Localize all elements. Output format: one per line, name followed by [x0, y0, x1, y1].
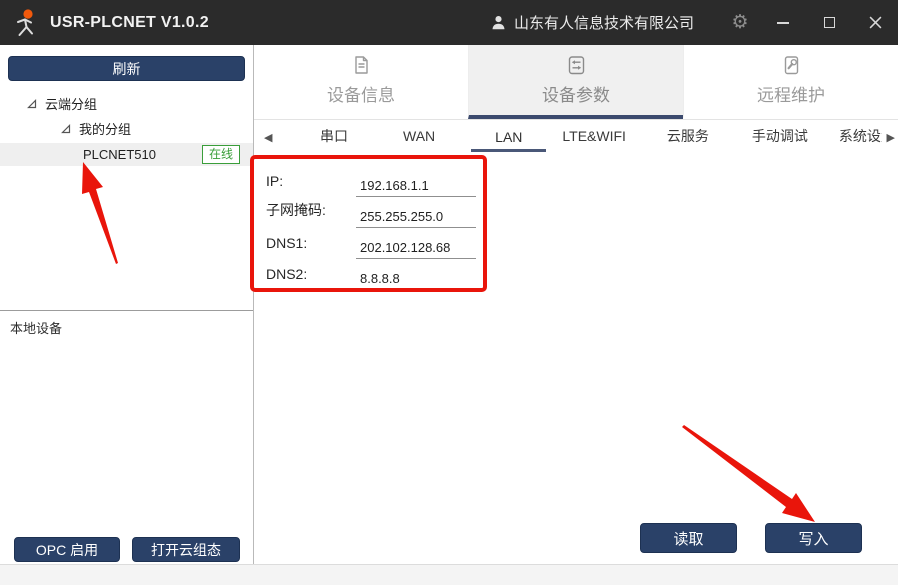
tree-node-device-plcnet510[interactable]: PLCNET510 在线 — [0, 143, 253, 166]
tree-node-label: 我的分组 — [79, 119, 131, 138]
read-button[interactable]: 读取 — [640, 523, 737, 553]
maximize-button[interactable] — [806, 0, 852, 45]
tree-node-label: 云端分组 — [45, 94, 97, 113]
status-footer — [0, 564, 898, 585]
dns2-field[interactable]: 8.8.8.8 — [356, 271, 476, 290]
tab-label: 设备参数 — [542, 81, 610, 106]
ip-label: IP: — [266, 173, 356, 197]
local-devices-label: 本地设备 — [10, 318, 62, 337]
account-company-name: 山东有人信息技术有限公司 — [514, 12, 694, 33]
subtab-manual-debug[interactable]: 手动调试 — [750, 120, 810, 154]
refresh-button[interactable]: 刷新 — [8, 56, 245, 81]
sidebar-divider — [0, 310, 253, 311]
subtab-serial[interactable]: 串口 — [318, 120, 350, 154]
opc-enable-button[interactable]: OPC 启用 — [14, 537, 120, 562]
tab-label: 设备信息 — [327, 81, 395, 106]
form-row-ip: IP: 192.168.1.1 — [266, 166, 898, 197]
device-tree: 云端分组 我的分组 PLCNET510 在线 — [0, 91, 253, 166]
subtab-items: 串口 WAN LAN LTE&WIFI 云服务 手动调试 系统设置 — [254, 120, 882, 154]
sidebar-buttons: OPC 启用 打开云组态 — [14, 537, 240, 562]
close-button[interactable] — [852, 0, 898, 45]
tab-label: 远程维护 — [757, 81, 825, 106]
usr-logo-icon — [9, 7, 41, 39]
subtab-lan[interactable]: LAN — [471, 123, 546, 152]
tree-expander-icon[interactable] — [61, 124, 71, 134]
titlebar: USR-PLCNET V1.0.2 山东有人信息技术有限公司 ⚙ — [0, 0, 898, 45]
content: 刷新 云端分组 我的分组 PLCNET510 在线 本地设备 OPC — [0, 45, 898, 564]
open-cloud-scada-button[interactable]: 打开云组态 — [132, 537, 240, 562]
subtab-cloud-service[interactable]: 云服务 — [665, 120, 711, 154]
wrench-icon — [780, 54, 802, 76]
tree-node-cloud-group[interactable]: 云端分组 — [0, 91, 253, 116]
subnet-mask-label: 子网掩码: — [266, 200, 356, 228]
tree-expander-icon[interactable] — [27, 99, 37, 109]
device-name: PLCNET510 — [83, 147, 156, 162]
subtab-wan[interactable]: WAN — [401, 122, 437, 152]
write-button[interactable]: 写入 — [765, 523, 862, 553]
dns1-label: DNS1: — [266, 235, 356, 259]
subtab-lte-wifi[interactable]: LTE&WIFI — [560, 122, 628, 152]
tab-remote-maintenance[interactable]: 远程维护 — [683, 45, 898, 119]
sliders-icon — [565, 54, 587, 76]
main-tabs: 设备信息 设备参数 — [254, 45, 898, 120]
ip-field[interactable]: 192.168.1.1 — [356, 178, 476, 197]
subtab-scroll-right-icon[interactable]: ▶ — [887, 120, 895, 154]
dns2-label: DNS2: — [266, 266, 356, 290]
subtab-bar: ◀ 串口 WAN LAN LTE&WIFI 云服务 手动调试 系统设置 ▶ — [254, 120, 898, 154]
form-row-dns1: DNS1: 202.102.128.68 — [266, 228, 898, 259]
form-row-subnet: 子网掩码: 255.255.255.0 — [266, 197, 898, 228]
tab-device-params[interactable]: 设备参数 — [468, 45, 683, 119]
app-title: USR-PLCNET V1.0.2 — [50, 14, 209, 32]
tab-device-info[interactable]: 设备信息 — [254, 45, 468, 119]
close-icon — [869, 16, 882, 29]
minimize-button[interactable] — [760, 0, 806, 45]
user-icon — [490, 14, 507, 31]
maximize-icon — [824, 17, 835, 28]
tree-node-my-group[interactable]: 我的分组 — [0, 116, 253, 141]
subtab-system[interactable]: 系统设置 — [837, 120, 882, 154]
minimize-icon — [777, 22, 789, 24]
form-row-dns2: DNS2: 8.8.8.8 — [266, 259, 898, 290]
sidebar: 刷新 云端分组 我的分组 PLCNET510 在线 本地设备 OPC — [0, 45, 254, 564]
settings-gear-icon[interactable]: ⚙ — [720, 11, 760, 34]
dns1-field[interactable]: 202.102.128.68 — [356, 240, 476, 259]
lan-form: IP: 192.168.1.1 子网掩码: 255.255.255.0 DNS1… — [266, 166, 898, 290]
online-status-badge: 在线 — [202, 145, 240, 164]
document-icon — [350, 54, 372, 76]
subnet-mask-field[interactable]: 255.255.255.0 — [356, 209, 476, 228]
main-panel: 设备信息 设备参数 — [254, 45, 898, 564]
